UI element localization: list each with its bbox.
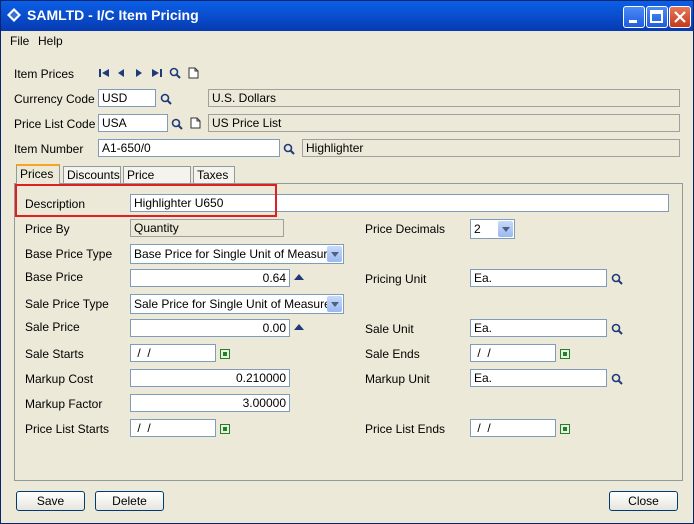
price-decimals-value: 2 [474,222,481,236]
menu-file[interactable]: File [10,34,29,48]
tab-prices[interactable]: Prices [16,164,60,185]
price-decimals-select[interactable]: 2 [470,219,515,239]
tab-price-check[interactable]: Price Check [123,166,191,196]
price-decimals-label: Price Decimals [365,222,446,236]
markup-cost-label: Markup Cost [25,372,94,386]
chevron-down-icon[interactable] [327,246,342,262]
sale-ends-label: Sale Ends [365,347,420,361]
minimize-icon [629,20,637,23]
calendar-icon[interactable] [560,424,570,434]
sale-unit-label: Sale Unit [365,322,414,336]
base-price-input[interactable]: 0.64 [130,269,290,287]
price-list-starts-label: Price List Starts [25,422,110,436]
title-bar: SAMLTD - I/C Item Pricing [1,1,693,31]
close-button[interactable]: Close [609,491,678,511]
save-button[interactable]: Save [16,491,85,511]
spin-up-icon[interactable] [294,324,304,330]
tab-discounts[interactable]: Discounts [63,166,121,184]
currency-code-label: Currency Code [14,92,95,106]
sale-price-type-value: Sale Price for Single Unit of Measure [134,297,331,311]
next-icon[interactable] [134,68,144,78]
price-list-starts-input[interactable]: / / [130,419,216,437]
item-number-label: Item Number [14,142,84,156]
currency-finder-icon[interactable] [160,93,172,105]
price-list-new-icon[interactable] [190,117,201,129]
markup-cost-input[interactable]: 0.210000 [130,369,290,387]
sale-price-type-label: Sale Price Type [25,297,109,311]
sale-starts-label: Sale Starts [25,347,84,361]
main-window: SAMLTD - I/C Item Pricing File Help Item… [0,0,694,524]
base-price-type-label: Base Price Type [25,247,113,261]
pricing-unit-label: Pricing Unit [365,272,427,286]
window-title: SAMLTD - I/C Item Pricing [27,7,199,23]
maximize-icon [650,10,663,23]
item-number-input[interactable]: A1-650/0 [98,139,280,157]
price-list-ends-label: Price List Ends [365,422,446,436]
sale-starts-input[interactable]: / / [130,344,216,362]
markup-factor-label: Markup Factor [25,397,103,411]
sale-price-label: Sale Price [25,320,80,334]
chevron-down-icon[interactable] [498,221,513,237]
price-by-label: Price By [25,222,70,236]
markup-unit-input[interactable]: Ea. [470,369,607,387]
pricing-unit-input[interactable]: Ea. [470,269,607,287]
calendar-icon[interactable] [560,349,570,359]
item-description: Highlighter [302,139,680,157]
first-icon[interactable] [98,68,110,78]
sale-ends-input[interactable]: / / [470,344,556,362]
item-finder-icon[interactable] [283,143,295,155]
currency-code-input[interactable]: USD [98,89,156,107]
last-icon[interactable] [151,68,163,78]
sale-price-type-select[interactable]: Sale Price for Single Unit of Measure [130,294,344,314]
calendar-icon[interactable] [220,424,230,434]
price-by-value: Quantity [130,219,284,237]
price-list-description: US Price List [208,114,680,132]
finder-icon[interactable] [169,67,181,79]
pricing-unit-finder-icon[interactable] [611,273,623,285]
currency-description: U.S. Dollars [208,89,680,107]
base-price-type-value: Base Price for Single Unit of Measure [134,247,335,261]
new-document-icon[interactable] [188,67,199,79]
markup-unit-label: Markup Unit [365,372,430,386]
minimize-button[interactable] [623,6,645,28]
price-list-finder-icon[interactable] [171,118,183,130]
prev-icon[interactable] [116,68,126,78]
maximize-button[interactable] [646,6,668,28]
close-icon [674,11,686,23]
markup-factor-input[interactable]: 3.00000 [130,394,290,412]
calendar-icon[interactable] [220,349,230,359]
app-diamond-icon [7,8,21,22]
spin-up-icon[interactable] [294,274,304,280]
chevron-down-icon[interactable] [327,296,342,312]
tab-taxes[interactable]: Taxes [193,166,235,184]
sale-unit-input[interactable]: Ea. [470,319,607,337]
delete-button[interactable]: Delete [95,491,164,511]
price-list-code-label: Price List Code [14,117,96,131]
price-list-code-input[interactable]: USA [98,114,168,132]
menu-bar: File Help [1,32,693,50]
item-prices-label: Item Prices [14,67,75,81]
base-price-label: Base Price [25,270,84,284]
close-window-button[interactable] [669,6,691,28]
menu-help[interactable]: Help [38,34,63,48]
sale-price-input[interactable]: 0.00 [130,319,290,337]
base-price-type-select[interactable]: Base Price for Single Unit of Measure [130,244,344,264]
markup-unit-finder-icon[interactable] [611,373,623,385]
description-label: Description [25,197,86,211]
price-list-ends-input[interactable]: / / [470,419,556,437]
sale-unit-finder-icon[interactable] [611,323,623,335]
